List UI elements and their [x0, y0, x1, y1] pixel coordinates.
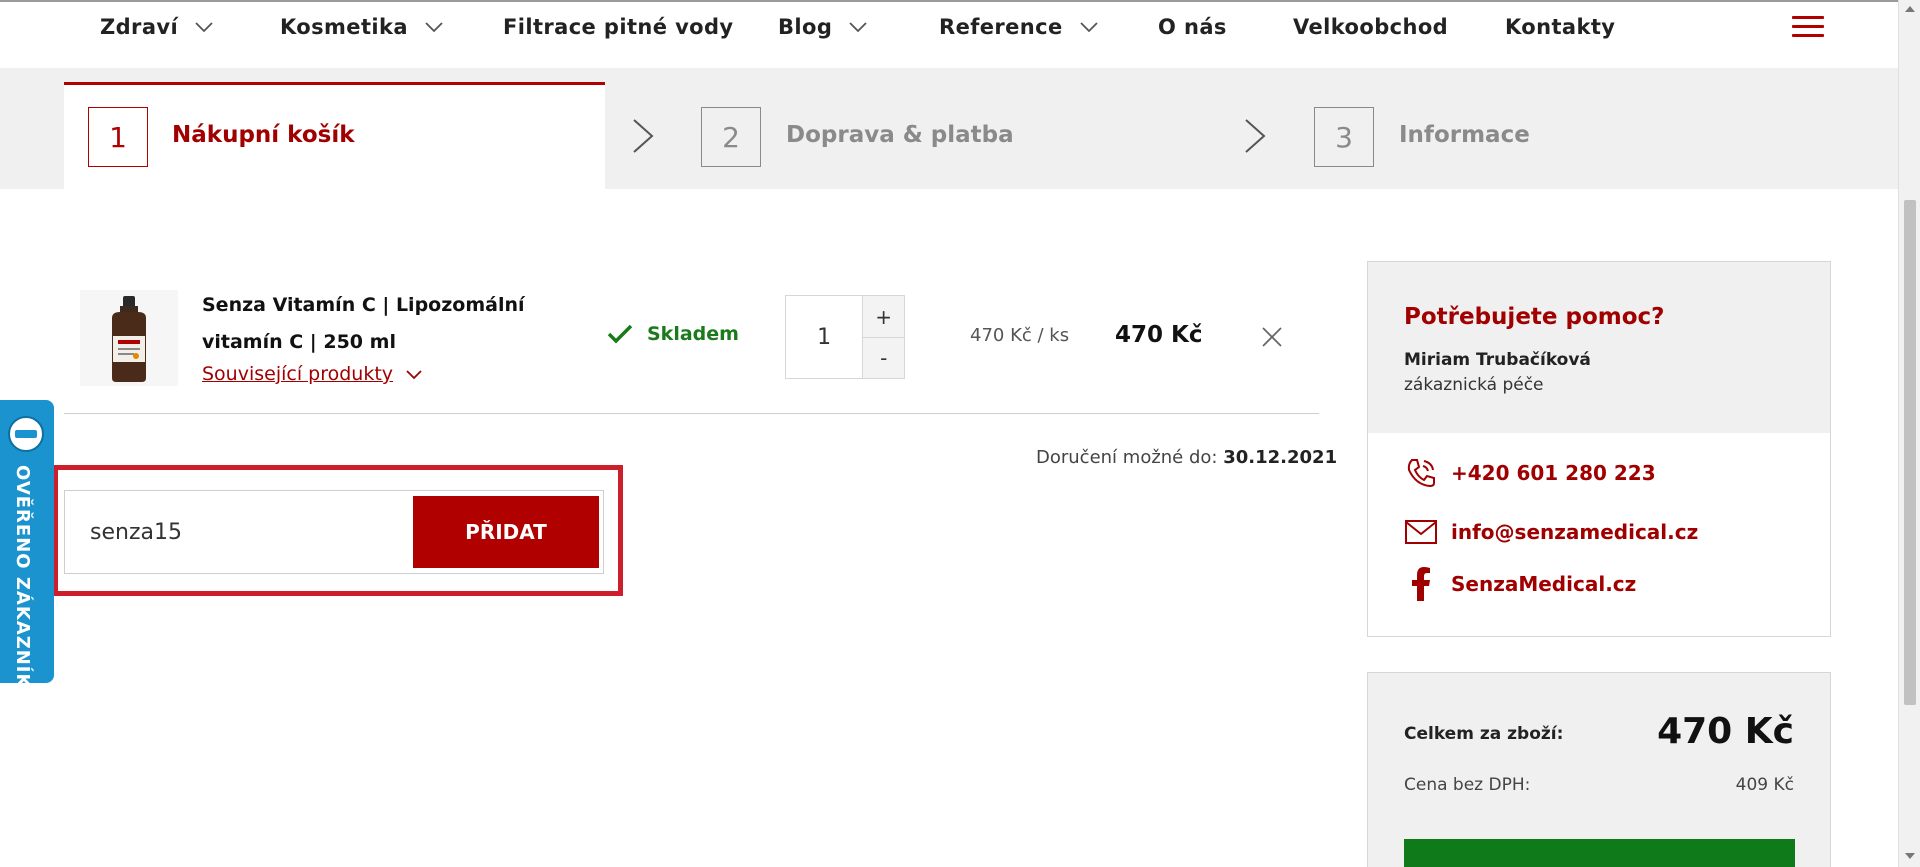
step-1-number: 1 — [88, 107, 148, 167]
nav-item-label: Filtrace pitné vody — [503, 15, 734, 39]
email-address: info@senzamedical.cz — [1451, 520, 1699, 544]
help-title: Potřebujete pomoc? — [1404, 304, 1665, 330]
total-value: 470 Kč — [1657, 711, 1794, 752]
total-label: Celkem za zboží: — [1404, 724, 1564, 744]
quantity-plus-button[interactable]: + — [863, 296, 904, 337]
continue-button[interactable] — [1404, 839, 1795, 867]
line-total: 470 Kč — [1115, 322, 1203, 348]
facebook-icon — [1412, 567, 1430, 601]
cart-divider — [64, 413, 1319, 414]
scroll-up-icon[interactable] — [1905, 6, 1915, 12]
stock-status: Skladem — [607, 323, 739, 345]
quantity-input[interactable]: 1 — [786, 296, 862, 378]
nav-item-label: Kosmetika — [280, 15, 408, 39]
product-image[interactable] — [80, 290, 178, 386]
related-products-link[interactable]: Související produkty — [202, 363, 423, 385]
chevron-right-icon — [633, 119, 654, 153]
help-contact-name: Miriam Trubačíková — [1404, 350, 1591, 370]
coupon-input[interactable] — [65, 491, 413, 573]
step-3-number[interactable]: 3 — [1314, 107, 1374, 167]
chevron-down-icon — [1080, 22, 1098, 33]
nav-item-label: Blog — [778, 15, 833, 39]
checkmark-icon — [607, 324, 633, 344]
net-price-label: Cena bez DPH: — [1404, 775, 1531, 795]
chevron-down-icon — [849, 22, 867, 33]
email-link[interactable]: info@senzamedical.cz — [1404, 515, 1698, 549]
top-navigation: Zdraví Kosmetika Filtrace pitné vody Blo… — [0, 0, 1898, 68]
hamburger-icon[interactable] — [1792, 16, 1824, 38]
nav-item-kosmetika[interactable]: Kosmetika — [280, 14, 446, 40]
phone-link[interactable]: +420 601 280 223 — [1404, 456, 1656, 490]
page-scrollbar[interactable] — [1898, 0, 1920, 867]
delivery-date: 30.12.2021 — [1223, 447, 1338, 468]
nav-item-label: Zdraví — [100, 15, 179, 39]
phone-icon — [1407, 459, 1435, 488]
nav-item-velkoobchod[interactable]: Velkoobchod — [1293, 14, 1448, 40]
nav-item-label: Velkoobchod — [1293, 15, 1449, 39]
facebook-name: SenzaMedical.cz — [1451, 572, 1637, 596]
product-title[interactable]: Senza Vitamín C | Lipozomální vitamín C … — [202, 287, 592, 361]
verified-customers-badge[interactable]: OVĚŘENO ZÁKAZNÍKY — [0, 400, 54, 703]
chevron-down-icon — [425, 22, 443, 33]
nav-item-blog[interactable]: Blog — [778, 14, 870, 40]
unit-price: 470 Kč / ks — [970, 325, 1070, 346]
totals-box: Celkem za zboží: 470 Kč Cena bez DPH: 40… — [1367, 672, 1831, 867]
facebook-link[interactable]: SenzaMedical.cz — [1404, 567, 1636, 601]
delivery-info: Doručení možné do: 30.12.2021 — [1036, 447, 1337, 468]
nav-item-reference[interactable]: Reference — [939, 14, 1101, 40]
nav-item-label: Reference — [939, 15, 1063, 39]
chevron-down-icon — [406, 370, 422, 380]
close-icon[interactable] — [1260, 325, 1284, 349]
net-price-value: 409 Kč — [1735, 775, 1794, 795]
help-header: Potřebujete pomoc? Miriam Trubačíková zá… — [1368, 262, 1830, 433]
chevron-down-icon — [195, 22, 213, 33]
add-coupon-button[interactable]: PŘIDAT — [413, 496, 599, 568]
nav-item-label: Kontakty — [1505, 15, 1616, 39]
verified-badge-text: OVĚŘENO ZÁKAZNÍKY — [12, 465, 33, 703]
nav-item-filtrace[interactable]: Filtrace pitné vody — [503, 14, 734, 40]
nav-item-o-nas[interactable]: O nás — [1158, 14, 1227, 40]
mail-icon — [1405, 520, 1437, 544]
checkout-steps: 1 Nákupní košík 2 Doprava & platba 3 Inf… — [0, 68, 1898, 189]
nav-item-label: O nás — [1158, 15, 1227, 39]
scroll-down-icon[interactable] — [1905, 853, 1915, 859]
related-products-label: Související produkty — [202, 363, 394, 385]
step-3-label[interactable]: Informace — [1399, 122, 1530, 148]
scroll-thumb[interactable] — [1904, 200, 1916, 705]
quantity-stepper: 1 + - — [785, 295, 905, 379]
help-box: Potřebujete pomoc? Miriam Trubačíková zá… — [1367, 261, 1831, 637]
chevron-right-icon — [1245, 119, 1266, 153]
coupon-form: PŘIDAT — [64, 490, 604, 574]
help-contact-role: zákaznická péče — [1404, 375, 1544, 395]
step-2-label[interactable]: Doprava & platba — [786, 122, 1014, 148]
quantity-minus-button[interactable]: - — [863, 337, 904, 378]
step-1-label: Nákupní košík — [172, 122, 355, 148]
quantity-buttons: + - — [862, 296, 904, 378]
nav-item-zdravi[interactable]: Zdraví — [100, 14, 216, 40]
delivery-label: Doručení možné do: — [1036, 447, 1218, 468]
nav-item-kontakty[interactable]: Kontakty — [1505, 14, 1615, 40]
step-2-number[interactable]: 2 — [701, 107, 761, 167]
verified-logo-icon — [8, 416, 44, 452]
stock-label: Skladem — [647, 323, 739, 345]
phone-number: +420 601 280 223 — [1451, 461, 1656, 485]
